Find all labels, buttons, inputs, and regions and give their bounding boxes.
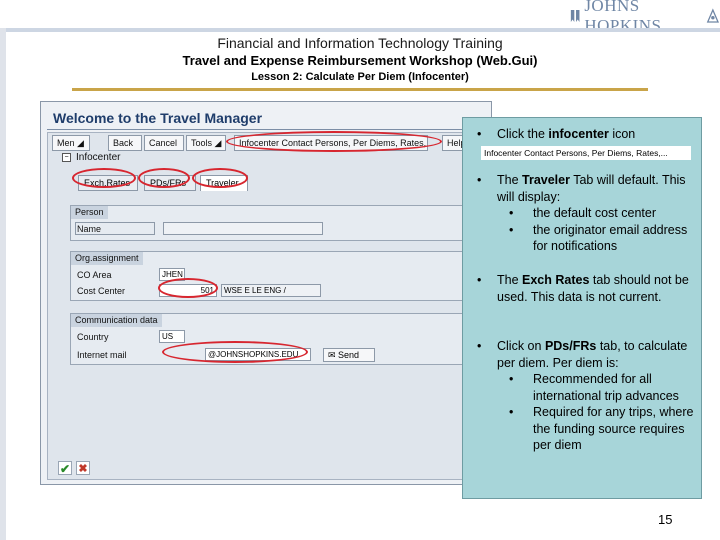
send-button[interactable]: ✉ Send <box>323 348 375 362</box>
slide-header: Financial and Information Technology Tra… <box>0 34 720 85</box>
note-4-sub-1: • Recommended for all international trip … <box>497 371 695 404</box>
johns-hopkins-logo: JOHNS HOPKINS <box>570 0 720 35</box>
note-4-sub-1-text: Recommended for all international trip a… <box>533 372 679 403</box>
note-4: • Click on PDs/FRs tab, to calculate per… <box>463 338 695 454</box>
email-label: Internet mail <box>77 350 127 360</box>
note-2: • The Traveler Tab will default. This wi… <box>463 172 695 255</box>
cost-center-label: Cost Center <box>77 286 126 296</box>
left-stripe <box>0 28 6 540</box>
cancel-button[interactable]: Cancel <box>144 135 184 151</box>
country-label: Country <box>77 332 109 342</box>
bullet: • <box>477 173 482 187</box>
country-field[interactable]: US <box>159 330 185 343</box>
infocenter-label[interactable]: Infocenter <box>76 152 120 163</box>
email-field[interactable]: @JOHNSHOPKINS.EDU <box>205 348 311 361</box>
header-rule <box>72 88 648 91</box>
bullet: • <box>477 273 482 287</box>
page-number: 15 <box>658 512 673 527</box>
coarea-field[interactable]: JHEN <box>159 268 185 281</box>
expand-icon[interactable]: − <box>62 153 71 162</box>
tab-traveler[interactable]: Traveler <box>200 175 248 191</box>
name-field-frame <box>75 222 155 235</box>
infocenter-callout: Infocenter Contact Persons, Per Diems, R… <box>481 146 691 160</box>
header-line-1: Financial and Information Technology Tra… <box>217 35 503 51</box>
note-3: • The Exch Rates tab should not be used.… <box>463 272 695 305</box>
note-4-bold: PDs/FRs <box>544 339 597 353</box>
sub-bullet: • <box>509 222 514 237</box>
note-1-bold: infocenter <box>548 127 609 141</box>
note-3-text-a: The <box>497 273 523 287</box>
name-field[interactable] <box>163 222 323 235</box>
sap-title-bar: Welcome to the Travel Manager <box>47 106 485 130</box>
tools-button[interactable]: Tools ◢ <box>186 135 226 151</box>
top-divider <box>0 28 720 32</box>
note-2-sub-1-text: the default cost center <box>533 206 656 220</box>
sap-window: Welcome to the Travel Manager Men ◢ Back… <box>40 101 492 485</box>
note-2-sub-2: • the originator email address for notifi… <box>497 222 695 255</box>
person-group-title: Person <box>71 206 108 219</box>
comm-group-title: Communication data <box>71 314 162 327</box>
header-line-2: Travel and Expense Reimbursement Worksho… <box>182 53 538 68</box>
note-4-sub-2-text: Required for any trips, where the fundin… <box>533 405 694 452</box>
note-1: • Click the infocenter icon <box>463 126 695 143</box>
cost-center-code-field[interactable]: 501 <box>159 284 217 297</box>
shield-icon <box>570 9 580 23</box>
org-group-title: Org.assignment <box>71 252 143 265</box>
infocenter-toolbar-button[interactable]: Infocenter Contact Persons, Per Diems, R… <box>234 135 428 151</box>
note-2-sub-1: • the default cost center <box>497 205 695 222</box>
tab-pds-frs[interactable]: PDs/FRs <box>144 175 196 191</box>
sub-bullet: • <box>509 206 514 220</box>
note-2-bold: Traveler <box>522 173 570 187</box>
note-4-sub-2: • Required for any trips, where the fundi… <box>497 404 695 454</box>
cancel-icon[interactable]: ✖ <box>76 461 90 475</box>
send-label: Send <box>338 350 360 360</box>
cost-center-name-field: WSE E LE ENG / <box>221 284 321 297</box>
coarea-label: CO Area <box>77 270 112 280</box>
person-group: Person Name <box>70 205 480 241</box>
header-line-3: Lesson 2: Calculate Per Diem (Infocenter… <box>251 71 469 83</box>
note-2-sub-2-text: the originator email address for notific… <box>533 222 688 254</box>
bullet: • <box>477 339 482 353</box>
menu-button[interactable]: Men ◢ <box>52 135 90 151</box>
sap-content: Men ◢ Back Cancel Tools ◢ Infocenter Con… <box>47 132 487 480</box>
note-1-text-b: icon <box>608 127 636 141</box>
sub-bullet: • <box>509 405 514 419</box>
confirm-icon[interactable]: ✔ <box>58 461 72 476</box>
send-icon: ✉ <box>328 350 339 360</box>
org-assignment-group: Org.assignment CO Area JHEN Cost Center … <box>70 251 480 301</box>
note-2-text-a: The <box>497 173 523 187</box>
back-button[interactable]: Back <box>108 135 142 151</box>
notes-panel: • Click the infocenter icon Infocenter C… <box>462 117 702 499</box>
note-1-text-a: Click the <box>497 127 549 141</box>
tab-exch-rates[interactable]: Exch.Rates <box>78 175 138 191</box>
note-3-bold: Exch Rates <box>522 273 590 287</box>
status-buttons: ✔ ✖ <box>58 461 90 477</box>
sub-bullet: • <box>509 372 514 386</box>
communication-group: Communication data Country US Internet m… <box>70 313 480 365</box>
sap-window-title: Welcome to the Travel Manager <box>53 110 263 126</box>
bullet: • <box>477 127 482 141</box>
note-4-text-a: Click on <box>497 339 545 353</box>
crest-icon <box>707 8 720 23</box>
